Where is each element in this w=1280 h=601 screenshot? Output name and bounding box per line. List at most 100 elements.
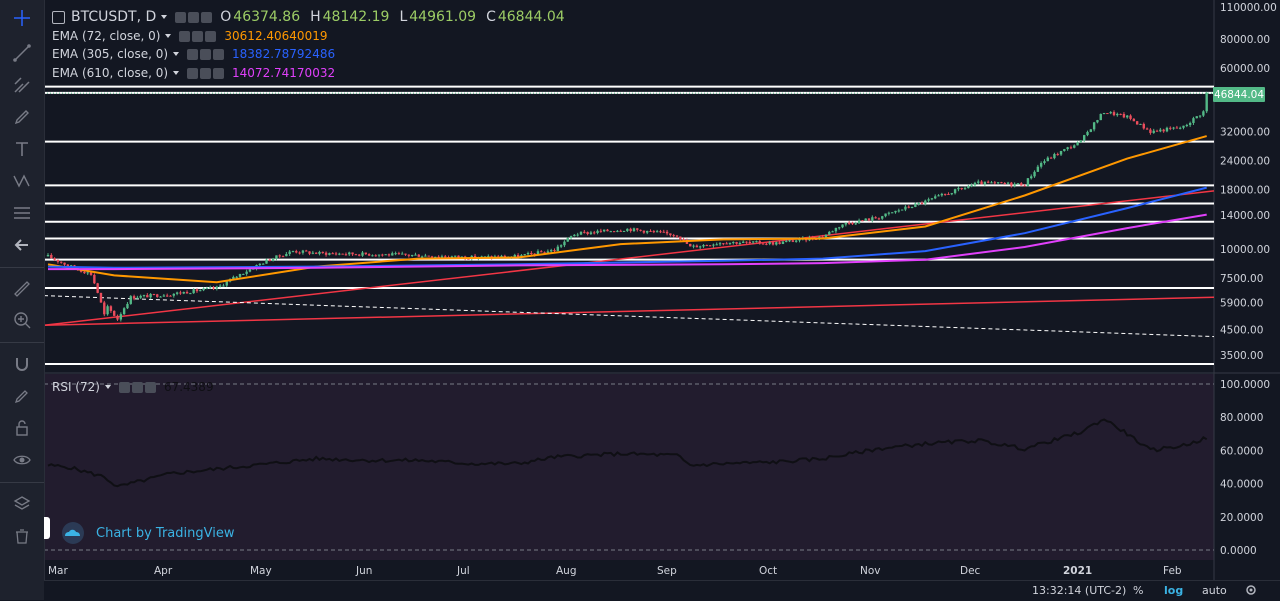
- candle-body: [152, 294, 156, 296]
- back-arrow-icon[interactable]: [8, 232, 36, 258]
- last-price-badge: 46844.04: [1213, 87, 1265, 102]
- candle: [1172, 126, 1175, 130]
- magnet-icon[interactable]: [8, 351, 36, 377]
- legend-controls[interactable]: [175, 11, 213, 23]
- candle-body: [867, 218, 871, 221]
- rsi-label[interactable]: RSI (72): [52, 380, 100, 394]
- time-axis-label: Nov: [860, 565, 881, 577]
- tradingview-watermark[interactable]: Chart by TradingView: [58, 520, 234, 546]
- ruler-icon[interactable]: [8, 276, 36, 302]
- chevron-down-icon[interactable]: [173, 71, 180, 75]
- trend-line-icon[interactable]: [8, 40, 36, 66]
- time-axis-label: Feb: [1163, 565, 1182, 577]
- candle: [401, 251, 404, 255]
- candle-body: [692, 245, 695, 247]
- candle: [1185, 123, 1189, 128]
- auto-toggle[interactable]: auto: [1202, 584, 1227, 597]
- price-axis-label: 7500.00: [1220, 273, 1263, 285]
- clock-time[interactable]: 13:32:14 (UTC-2): [1032, 584, 1126, 597]
- gear-icon[interactable]: [1244, 583, 1258, 597]
- candle: [1073, 144, 1076, 149]
- candle-body: [261, 263, 265, 265]
- candle-body: [414, 254, 417, 256]
- crosshair-icon[interactable]: [8, 5, 36, 31]
- candle: [924, 199, 927, 206]
- candle-body: [60, 261, 63, 263]
- candle: [453, 255, 457, 258]
- log-toggle[interactable]: log: [1164, 584, 1183, 597]
- pane-scroll-handle[interactable]: [44, 517, 50, 539]
- candle: [60, 261, 63, 264]
- candle: [655, 229, 659, 233]
- rsi-legend: RSI (72) 67.4389: [52, 380, 214, 394]
- trash-icon[interactable]: [8, 523, 36, 549]
- candle: [1059, 150, 1063, 156]
- candle-body: [1066, 147, 1069, 150]
- indicator-controls[interactable]: [187, 67, 225, 79]
- indicator-label[interactable]: EMA (305, close, 0): [52, 47, 168, 61]
- candle-body: [874, 217, 877, 219]
- candle-body: [1079, 140, 1083, 143]
- eye-icon[interactable]: [8, 447, 36, 473]
- candle: [642, 230, 646, 234]
- candle: [414, 252, 417, 256]
- candle: [1139, 123, 1142, 125]
- candle: [593, 230, 596, 235]
- symbol-name[interactable]: BTCUSDT, D: [71, 9, 156, 25]
- candle: [182, 291, 185, 295]
- candle-body: [970, 185, 973, 187]
- chart-canvas[interactable]: 110000.00 80000.00 60000.00 32000.00 24000.0…: [0, 0, 1280, 600]
- candle-body: [401, 253, 404, 255]
- lock-icon[interactable]: [8, 415, 36, 441]
- candle-body: [996, 182, 1000, 184]
- candle-body: [881, 216, 884, 219]
- layers-icon[interactable]: [8, 491, 36, 517]
- pitchfork-icon[interactable]: [8, 72, 36, 98]
- candle-body: [205, 287, 209, 289]
- indicator-controls[interactable]: [179, 30, 217, 42]
- fib-icon[interactable]: [8, 200, 36, 226]
- candle: [281, 255, 285, 258]
- candle-body: [626, 228, 629, 231]
- candle: [864, 218, 867, 222]
- candle-body: [1159, 129, 1162, 132]
- rsi-controls[interactable]: [118, 381, 156, 393]
- text-icon[interactable]: [8, 136, 36, 162]
- candle-body: [165, 295, 169, 297]
- time-axis-label: 2021: [1063, 565, 1092, 577]
- chevron-down-icon[interactable]: [104, 385, 111, 389]
- toolbar-separator: [0, 342, 44, 343]
- pattern-icon[interactable]: [8, 168, 36, 194]
- candle-body: [708, 245, 712, 247]
- candle-body: [977, 181, 980, 183]
- candle: [271, 257, 275, 262]
- candle-body: [361, 252, 364, 256]
- candle-body: [649, 230, 652, 232]
- indicator-label[interactable]: EMA (72, close, 0): [52, 29, 160, 43]
- brush-icon[interactable]: [8, 104, 36, 130]
- candle-body: [83, 271, 86, 274]
- lock-draw-icon[interactable]: [8, 383, 36, 409]
- collapse-icon[interactable]: [52, 10, 65, 24]
- percent-toggle[interactable]: %: [1133, 584, 1143, 597]
- candle: [669, 233, 672, 237]
- price-axis-ticks[interactable]: 110000.00 80000.00 60000.00 32000.00 24000.0…: [1220, 2, 1277, 362]
- candle-body: [526, 252, 530, 255]
- indicator-value: 18382.78792486: [232, 47, 336, 61]
- chevron-down-icon[interactable]: [161, 15, 168, 19]
- chevron-down-icon[interactable]: [173, 52, 180, 56]
- indicator-controls[interactable]: [187, 48, 225, 60]
- candle-body: [324, 252, 328, 255]
- candle: [278, 254, 281, 258]
- candle-body: [854, 223, 857, 225]
- time-axis-ticks[interactable]: Mar Apr May Jun Jul Aug Sep Oct Nov Dec 2021 Feb: [48, 565, 1182, 577]
- candle-body: [698, 246, 702, 248]
- candle: [50, 253, 53, 259]
- zoom-in-icon[interactable]: [8, 307, 36, 333]
- candle-body: [182, 291, 185, 294]
- chevron-down-icon[interactable]: [165, 34, 172, 38]
- indicator-label[interactable]: EMA (610, close, 0): [52, 66, 168, 80]
- candle: [179, 290, 182, 295]
- candle: [149, 293, 152, 299]
- candle-body: [96, 283, 99, 293]
